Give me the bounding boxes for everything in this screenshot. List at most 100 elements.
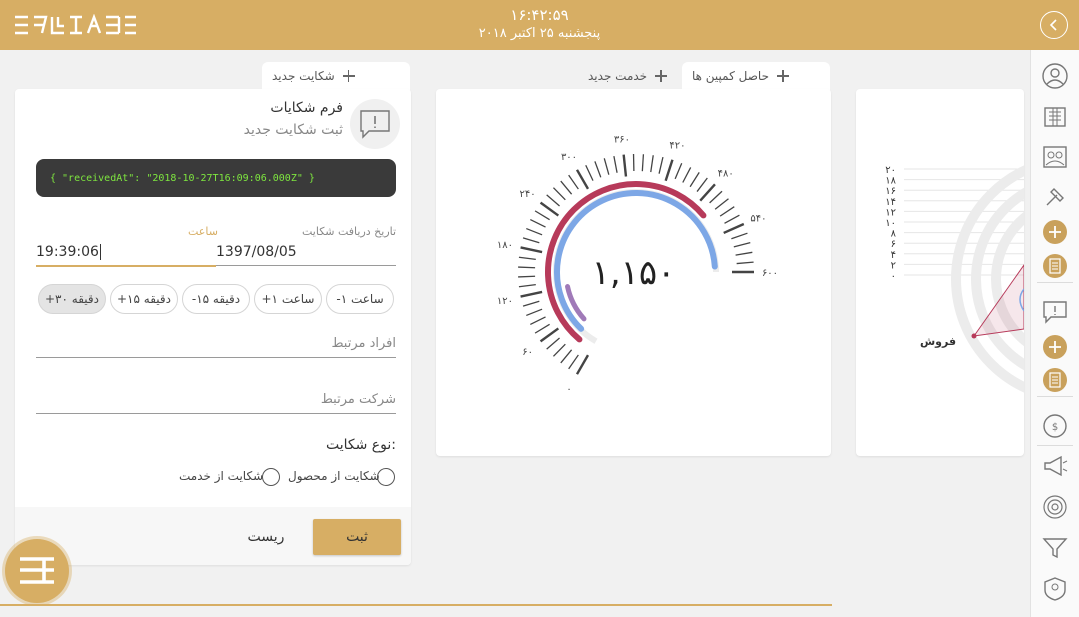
gauge-tick [522, 237, 540, 244]
hammer-icon [1046, 188, 1064, 206]
minus-1-hour-chip[interactable]: -۱ ساعت [326, 284, 394, 314]
sidebar-add-icon[interactable] [1041, 333, 1069, 361]
sidebar-separator [1037, 396, 1073, 397]
plus-icon [655, 70, 668, 82]
radar-card: ۲۰ ۱۸ ۱۶ ۱۴ ۱۲ ۱۰ ۸ ۶ ۴ ۲ ۰ فروش [856, 89, 1024, 456]
sales-radar-chart: ۲۰۱۸۱۶۱۴۱۲۱۰۸۶۴۲۰ [885, 165, 1024, 393]
gauge-tick [526, 308, 543, 317]
date-field[interactable]: 1397/08/05 [216, 244, 297, 260]
radio-product-label: شکایت از محصول [288, 469, 380, 483]
plus-1-hour-chip[interactable]: +۱ ساعت [254, 284, 322, 314]
gauge-tick-label: ۵۴۰ [750, 213, 766, 224]
gauge-tick [733, 242, 751, 248]
gauge-tick-label: ۳۰۰ [561, 152, 577, 163]
complaint-type-label: نوع شکایت: [325, 437, 396, 453]
tab-label: شکایت جدید [272, 69, 335, 83]
radio-service[interactable] [262, 468, 280, 486]
gauge-tick [696, 177, 708, 192]
sidebar-document-icon[interactable] [1041, 252, 1069, 280]
sidebar-dollar-icon[interactable]: $ [1041, 412, 1069, 440]
sidebar-add-icon[interactable] [1041, 218, 1069, 246]
form-subtitle: ثبت شکایت جدید [243, 122, 343, 138]
sidebar-separator [1037, 282, 1073, 283]
gauge-tick [534, 323, 550, 334]
gauge-tick [585, 164, 594, 181]
back-button[interactable] [1040, 11, 1068, 39]
bottom-accent-line [0, 604, 832, 606]
gauge-tick-label: ۳۶۰ [614, 135, 630, 146]
chevron-left-icon [1049, 19, 1057, 31]
radar-axis-label: ۸ [891, 229, 897, 240]
radar-axis-label: ۱۶ [885, 186, 896, 197]
radar-axis-label: ۲۰ [885, 165, 896, 176]
menu-fab-button[interactable] [5, 539, 69, 603]
gauge-tick [530, 218, 546, 228]
complaint-icon [350, 99, 400, 149]
plus-30-min-chip[interactable]: +۳۰ دقیقه [38, 284, 106, 314]
sidebar-filter-icon[interactable] [1041, 534, 1069, 562]
gauge-tick [674, 162, 683, 180]
gauge-tick [546, 194, 560, 207]
form-title: فرم شکایات [270, 100, 343, 116]
radar-axis-label: ۱۸ [885, 176, 896, 187]
date-label: تاریخ دریافت شکایت [302, 225, 397, 238]
gauge-tick [723, 222, 745, 235]
gauge-tick-label: ۶۰ [522, 347, 533, 358]
sidebar-megaphone-icon[interactable] [1041, 452, 1069, 480]
add-icon [1043, 335, 1067, 359]
gauge-tick [522, 300, 540, 307]
sidebar-complaint-icon[interactable] [1041, 298, 1069, 326]
gauge-tick [658, 156, 664, 174]
radio-service-label: شکایت از خدمت [179, 469, 264, 483]
tab-campaign-results[interactable]: حاصل کمپین ها [682, 62, 830, 90]
time-label: ساعت [188, 225, 218, 238]
gauge-tick [575, 169, 590, 190]
gauge-tick [575, 354, 590, 375]
date-underline [216, 265, 396, 266]
sidebar-users-icon[interactable] [1041, 62, 1069, 90]
sidebar-document-icon[interactable] [1041, 366, 1069, 394]
time-field[interactable]: 19:39:06 [36, 244, 101, 260]
gauge-value: ۱,۱۵۰ [591, 253, 676, 293]
sidebar-badge-icon[interactable] [1041, 575, 1069, 603]
sidebar-meeting-icon[interactable] [1041, 143, 1069, 171]
gauge-tick [594, 161, 602, 178]
tab-label: خدمت جدید [588, 69, 648, 83]
radar-category-label: فروش [920, 335, 957, 348]
gauge-tick [714, 198, 729, 210]
tab-new-service[interactable]: خدمت جدید [588, 62, 668, 90]
gauge-tick [560, 349, 573, 364]
building-icon [1044, 107, 1066, 127]
gauge-tick [682, 167, 692, 183]
radar-axis-label: ۰ [891, 271, 896, 282]
clock-time: ۱۶:۴۲:۵۹ [510, 6, 569, 24]
reset-button[interactable]: ریست [238, 519, 294, 555]
related-company-field[interactable]: شرکت مرتبط [321, 392, 396, 407]
gauge-tick [568, 354, 579, 370]
gauge-tick [699, 183, 716, 202]
gauge-tick [731, 232, 748, 240]
gauge-tick [539, 201, 560, 217]
clock-date: پنجشنبه ۲۵ اکتبر ۲۰۱۸ [478, 26, 601, 41]
plus-15-min-chip[interactable]: +۱۵ دقیقه [110, 284, 178, 314]
minus-15-min-chip[interactable]: -۱۵ دقیقه [182, 284, 250, 314]
submit-button[interactable]: ثبت [313, 519, 401, 555]
related-people-field[interactable]: افراد مرتبط [331, 336, 396, 351]
gauge-tick [526, 227, 543, 236]
gauge-tick [613, 155, 618, 173]
sidebar-building-icon[interactable] [1041, 102, 1069, 130]
app-mark-icon [20, 557, 54, 584]
gauge-tick [650, 155, 654, 173]
tab-new-complaint[interactable]: شکایت جدید [262, 62, 410, 90]
radar-axis-label: ۲ [891, 260, 896, 271]
gauge-tick [552, 343, 566, 357]
gauge-tick [520, 246, 543, 254]
complaint-icon [1043, 301, 1067, 324]
gauge-tick [546, 337, 560, 350]
svg-text:$: $ [1052, 422, 1058, 433]
sidebar-separator [1037, 445, 1073, 446]
sidebar-target-icon[interactable] [1041, 493, 1069, 521]
gauge-tick-label: ۴۸۰ [718, 168, 734, 179]
sidebar-hammer-icon[interactable] [1041, 183, 1069, 211]
gauge-tick [664, 159, 674, 182]
